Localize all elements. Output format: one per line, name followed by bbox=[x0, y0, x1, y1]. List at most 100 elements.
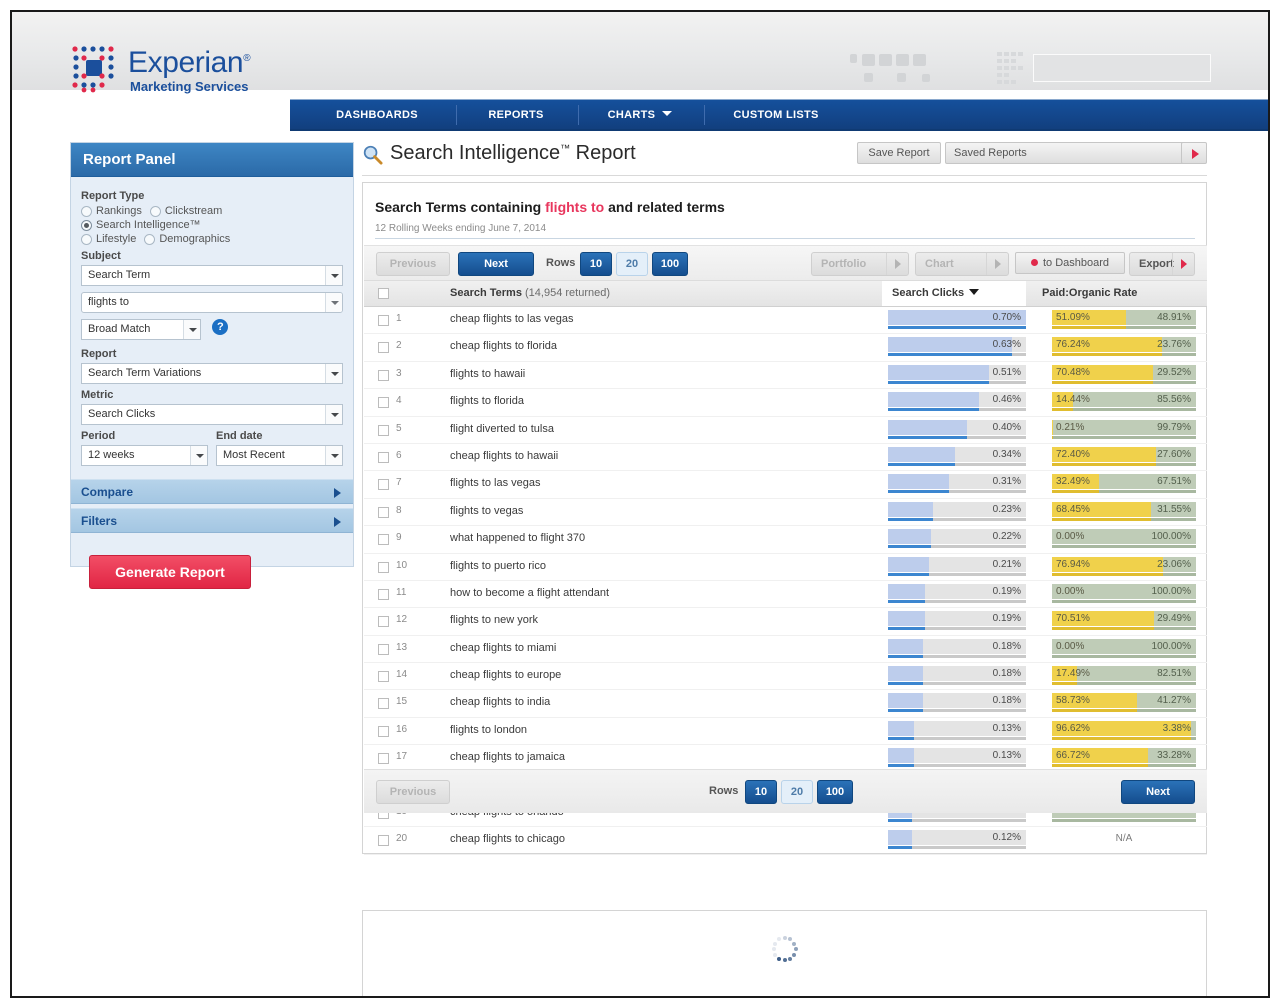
row-checkbox[interactable] bbox=[378, 451, 389, 463]
report-heading-prefix: Search Terms containing bbox=[375, 199, 546, 215]
rows-20-button-top[interactable]: 20 bbox=[616, 252, 648, 276]
clicks-bar-fill bbox=[888, 529, 932, 545]
row-checkbox[interactable] bbox=[378, 753, 389, 765]
table-row[interactable]: 14 cheap flights to europe 0.18% 17.49% 82.5… bbox=[364, 663, 1207, 691]
filters-accordion[interactable]: Filters bbox=[71, 508, 353, 533]
row-checkbox[interactable] bbox=[378, 616, 389, 628]
rows-100-button-top[interactable]: 100 bbox=[652, 252, 688, 276]
radio-rankings[interactable]: Rankings bbox=[81, 205, 142, 217]
table-row[interactable]: 12 flights to new york 0.19% 70.51% 29.49% bbox=[364, 608, 1207, 636]
nav-item-charts[interactable]: CHARTS bbox=[580, 100, 700, 130]
rows-label-top: Rows bbox=[546, 257, 576, 269]
next-button-bottom[interactable]: Next bbox=[1121, 780, 1195, 804]
saved-reports-button[interactable]: Saved Reports bbox=[945, 142, 1191, 164]
saved-reports-expand-button[interactable] bbox=[1181, 142, 1207, 164]
row-checkbox[interactable] bbox=[378, 506, 389, 518]
export-dropdown[interactable]: Export bbox=[1129, 252, 1195, 276]
rows-10-button-bottom[interactable]: 10 bbox=[745, 780, 777, 804]
paid-organic-na: N/A bbox=[1115, 833, 1133, 845]
clicks-bar-fill bbox=[888, 830, 912, 846]
page-title-main: Search Intelligence bbox=[390, 142, 561, 164]
table-row[interactable]: 5 flight diverted to tulsa 0.40% 0.21% 99.79… bbox=[364, 417, 1207, 444]
row-checkbox[interactable] bbox=[378, 671, 389, 683]
table-row[interactable]: 9 what happened to flight 370 0.22% 0.00% 10… bbox=[364, 526, 1207, 554]
table-row[interactable]: 4 flights to florida 0.46% 14.44% 85.56% bbox=[364, 389, 1207, 417]
radio-demographics[interactable]: Demographics bbox=[144, 233, 230, 245]
paid-organic-bar: 32.49% 67.51% bbox=[1052, 474, 1196, 495]
row-search-term: cheap flights to hawaii bbox=[450, 449, 559, 462]
compare-accordion[interactable]: Compare bbox=[71, 479, 353, 504]
rows-100-button-bottom[interactable]: 100 bbox=[817, 780, 853, 804]
select-all-checkbox[interactable] bbox=[378, 288, 389, 299]
row-rank: 14 bbox=[396, 669, 408, 681]
radio-lifestyle[interactable]: Lifestyle bbox=[81, 233, 136, 245]
metric-select[interactable]: Search Clicks bbox=[81, 404, 343, 425]
save-report-button[interactable]: Save Report bbox=[857, 142, 941, 164]
dashboard-dot-icon bbox=[1030, 259, 1038, 266]
paid-underline-fill bbox=[1052, 353, 1162, 357]
row-rank: 16 bbox=[396, 723, 408, 735]
clicks-underline-fill bbox=[888, 435, 967, 439]
row-search-term: flights to las vegas bbox=[450, 477, 541, 490]
nav-item-reports[interactable]: REPORTS bbox=[458, 100, 574, 130]
generate-report-button[interactable]: Generate Report bbox=[89, 555, 251, 589]
help-icon[interactable]: ? bbox=[212, 319, 229, 336]
row-search-term: flights to hawaii bbox=[450, 367, 526, 380]
organic-value: 100.00% bbox=[1151, 585, 1191, 597]
table-row[interactable]: 1 cheap flights to las vegas 0.70% 51.09% 48… bbox=[364, 307, 1207, 335]
row-checkbox[interactable] bbox=[378, 561, 389, 573]
row-checkbox[interactable] bbox=[378, 369, 389, 381]
radio-search-intelligence[interactable]: Search Intelligence™ bbox=[81, 219, 201, 231]
subject-select[interactable]: Search Term bbox=[81, 265, 343, 286]
header-search-box[interactable] bbox=[1033, 54, 1211, 82]
clicks-bar-fill bbox=[888, 666, 924, 682]
column-header-clicks[interactable]: Search Clicks bbox=[882, 281, 1026, 306]
row-checkbox[interactable] bbox=[378, 534, 389, 546]
end-date-label: End date bbox=[216, 430, 263, 442]
previous-button-top: Previous bbox=[376, 252, 450, 276]
nav-item-custom-lists[interactable]: CUSTOM LISTS bbox=[706, 100, 846, 130]
report-toolbar: Previous Next Rows 10 20 100 Portfolio C… bbox=[364, 245, 1207, 281]
end-date-select[interactable]: Most Recent bbox=[216, 445, 343, 466]
experian-logo[interactable]: Experian® Marketing Services bbox=[70, 44, 251, 94]
table-row[interactable]: 20 cheap flights to chicago 0.12% N/A bbox=[364, 827, 1207, 855]
period-select[interactable]: 12 weeks bbox=[81, 445, 208, 466]
search-term-input[interactable]: flights to bbox=[81, 292, 343, 313]
row-checkbox[interactable] bbox=[378, 479, 389, 491]
row-checkbox[interactable] bbox=[378, 315, 389, 326]
table-row[interactable]: 2 cheap flights to florida 0.63% 76.24% 23.7… bbox=[364, 334, 1207, 362]
row-checkbox[interactable] bbox=[378, 698, 389, 710]
table-row[interactable]: 10 flights to puerto rico 0.21% 76.94% 23.06… bbox=[364, 554, 1207, 581]
table-row[interactable]: 15 cheap flights to india 0.18% 58.73% 41.27… bbox=[364, 690, 1207, 718]
match-type-select[interactable]: Broad Match bbox=[81, 319, 201, 340]
chevron-down-icon bbox=[325, 266, 342, 285]
nav-item-dashboards[interactable]: DASHBOARDS bbox=[302, 100, 452, 130]
rows-10-button-top[interactable]: 10 bbox=[580, 252, 612, 276]
search-clicks-bar: 0.18% bbox=[888, 638, 1026, 660]
row-checkbox[interactable] bbox=[378, 725, 389, 737]
row-checkbox[interactable] bbox=[378, 588, 389, 600]
organic-value: 82.51% bbox=[1157, 668, 1191, 680]
table-row[interactable]: 16 flights to london 0.13% 96.62% 3.38% bbox=[364, 718, 1207, 746]
rows-20-button-bottom[interactable]: 20 bbox=[781, 780, 813, 804]
paid-value: 68.45% bbox=[1056, 503, 1090, 515]
row-checkbox[interactable] bbox=[378, 835, 389, 847]
row-checkbox[interactable] bbox=[378, 397, 389, 409]
table-row[interactable]: 8 flights to vegas 0.23% 68.45% 31.55% bbox=[364, 499, 1207, 527]
row-checkbox[interactable] bbox=[378, 342, 389, 354]
to-dashboard-button[interactable]: to Dashboard bbox=[1015, 252, 1125, 274]
table-row[interactable]: 7 flights to las vegas 0.31% 32.49% 67.51% bbox=[364, 471, 1207, 499]
table-row[interactable]: 11 how to become a flight attendant 0.19% 0… bbox=[364, 581, 1207, 609]
portfolio-label: Portfolio bbox=[821, 258, 867, 270]
table-row[interactable]: 13 cheap flights to miami 0.18% 0.00% 100.00… bbox=[364, 636, 1207, 664]
paid-underline-fill bbox=[1052, 709, 1137, 713]
radio-clickstream[interactable]: Clickstream bbox=[149, 205, 222, 217]
paid-organic-bar: 66.72% 33.28% bbox=[1052, 748, 1196, 769]
table-row[interactable]: 3 flights to hawaii 0.51% 70.48% 29.52% bbox=[364, 362, 1207, 390]
report-select[interactable]: Search Term Variations bbox=[81, 363, 343, 384]
spinner-dot bbox=[792, 941, 797, 946]
table-row[interactable]: 6 cheap flights to hawaii 0.34% 72.40% 27.60… bbox=[364, 444, 1207, 472]
row-checkbox[interactable] bbox=[378, 424, 389, 436]
next-button-top[interactable]: Next bbox=[458, 252, 534, 276]
row-checkbox[interactable] bbox=[378, 643, 389, 655]
